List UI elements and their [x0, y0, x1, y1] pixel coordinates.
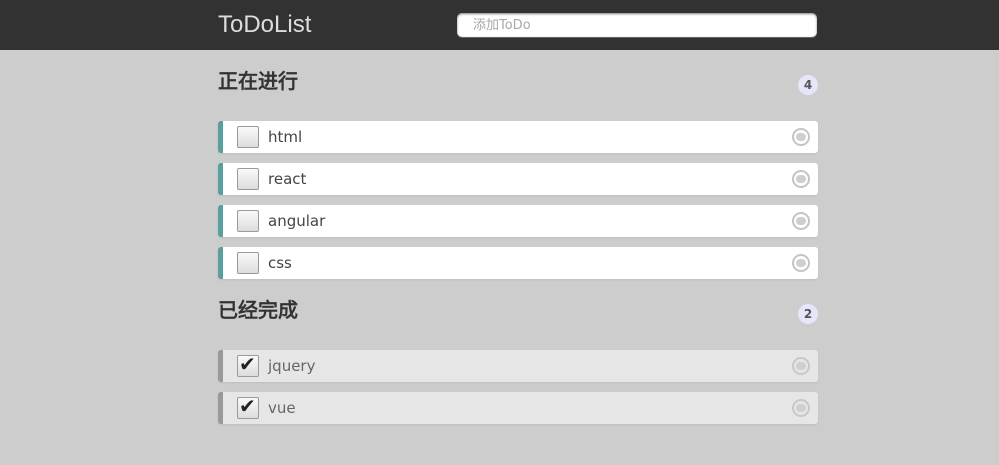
todo-item: react — [218, 163, 818, 195]
done-text[interactable]: jquery — [268, 357, 315, 375]
doing-title: 正在进行 — [218, 69, 298, 93]
top-bar: ToDoList — [0, 0, 999, 50]
delete-icon[interactable] — [792, 254, 810, 272]
checkmark-icon: ✔ — [239, 352, 256, 376]
done-checkbox[interactable]: ✔ — [237, 394, 259, 419]
todo-item: css — [218, 247, 818, 279]
todo-checkbox[interactable] — [237, 252, 259, 274]
add-todo-input[interactable] — [457, 13, 817, 37]
checkmark-icon: ✔ — [239, 394, 256, 418]
doing-count-badge: 4 — [798, 75, 818, 95]
todo-checkbox[interactable] — [237, 126, 259, 148]
done-title: 已经完成 — [218, 298, 298, 322]
doing-list: html react angular css — [218, 121, 818, 289]
done-text[interactable]: vue — [268, 399, 296, 417]
delete-icon[interactable] — [792, 170, 810, 188]
done-checkbox[interactable]: ✔ — [237, 352, 259, 377]
todo-item: html — [218, 121, 818, 153]
delete-icon[interactable] — [792, 399, 810, 417]
done-item: ✔ vue — [218, 392, 818, 424]
delete-icon[interactable] — [792, 212, 810, 230]
done-list: ✔ jquery ✔ vue — [218, 350, 818, 434]
todo-text[interactable]: html — [268, 128, 302, 146]
todo-checkbox[interactable] — [237, 210, 259, 232]
todo-text[interactable]: angular — [268, 212, 325, 230]
app-title: ToDoList — [218, 11, 312, 38]
done-count-badge: 2 — [798, 304, 818, 324]
todo-checkbox[interactable] — [237, 168, 259, 190]
delete-icon[interactable] — [792, 357, 810, 375]
todo-item: angular — [218, 205, 818, 237]
top-bar-inner: ToDoList — [218, 0, 818, 50]
todo-text[interactable]: css — [268, 254, 292, 272]
delete-icon[interactable] — [792, 128, 810, 146]
todo-text[interactable]: react — [268, 170, 306, 188]
done-item: ✔ jquery — [218, 350, 818, 382]
